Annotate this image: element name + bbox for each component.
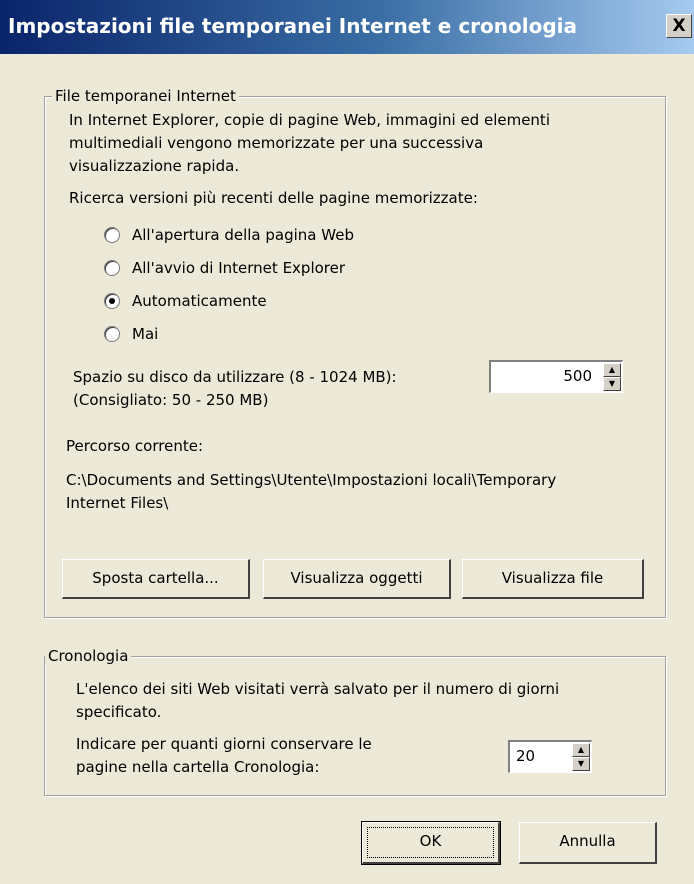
view-files-button[interactable]: Visualizza file: [462, 559, 644, 599]
history-description-line-2: specificato.: [76, 703, 162, 721]
temp-files-description-line-2: multimediali vengono memorizzate per una…: [69, 134, 484, 152]
history-days-label-line-1: Indicare per quanti giorni conservare le: [76, 735, 372, 753]
disk-space-hint: (Consigliato: 50 - 250 MB): [73, 391, 269, 409]
temp-files-description-line-3: visualizzazione rapida.: [69, 157, 240, 175]
spin-up-icon[interactable]: ▲: [603, 363, 621, 377]
spin-down-icon[interactable]: ▼: [603, 377, 621, 391]
history-legend: Cronologia: [45, 647, 132, 665]
cancel-button[interactable]: Annulla: [519, 822, 657, 864]
check-newer-label: Ricerca versioni più recenti delle pagin…: [69, 189, 478, 207]
radio-button[interactable]: [104, 293, 120, 309]
radio-button[interactable]: [104, 260, 120, 276]
spin-up-icon[interactable]: ▲: [572, 743, 590, 757]
radio-label: All'apertura della pagina Web: [132, 226, 354, 244]
window-title: Impostazioni file temporanei Internet e …: [8, 14, 578, 38]
disk-space-spinner[interactable]: 500 ▲ ▼: [489, 360, 623, 393]
move-folder-button[interactable]: Sposta cartella...: [62, 559, 250, 599]
disk-space-label: Spazio su disco da utilizzare (8 - 1024 …: [73, 368, 397, 386]
ok-button[interactable]: OK: [361, 821, 501, 865]
history-description-line-1: L'elenco dei siti Web visitati verrà sal…: [76, 680, 560, 698]
current-path-line-2: Internet Files\: [66, 494, 169, 512]
radio-button[interactable]: [104, 227, 120, 243]
history-days-spinner[interactable]: 20 ▲ ▼: [508, 740, 592, 773]
view-objects-button[interactable]: Visualizza oggetti: [263, 559, 451, 599]
history-days-label-line-2: pagine nella cartella Cronologia:: [76, 758, 320, 776]
radio-label: All'avvio di Internet Explorer: [132, 259, 346, 277]
close-button[interactable]: X: [666, 14, 692, 38]
close-icon: X: [672, 16, 686, 36]
current-path-line-1: C:\Documents and Settings\Utente\Imposta…: [66, 471, 557, 489]
current-path-label: Percorso corrente:: [66, 437, 203, 455]
radio-label: Mai: [132, 325, 159, 343]
history-days-value[interactable]: 20: [516, 744, 535, 768]
radio-label: Automaticamente: [132, 292, 267, 310]
radio-button[interactable]: [104, 326, 120, 342]
spin-down-icon[interactable]: ▼: [572, 757, 590, 771]
temp-files-description-line-1: In Internet Explorer, copie di pagine We…: [69, 111, 550, 129]
title-bar: Impostazioni file temporanei Internet e …: [0, 0, 694, 54]
temp-files-legend: File temporanei Internet: [52, 87, 239, 105]
focus-indicator: [367, 827, 494, 858]
disk-space-value[interactable]: 500: [563, 364, 592, 388]
